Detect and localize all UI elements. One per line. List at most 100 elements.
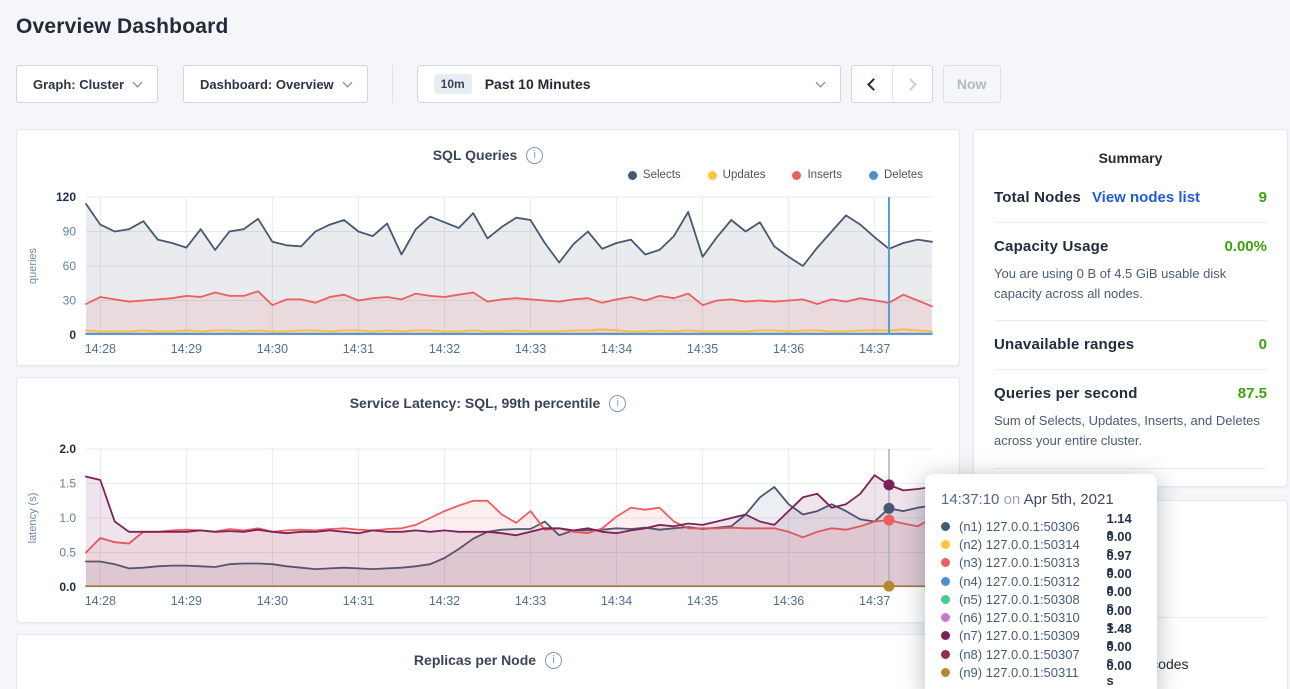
legend-dot-icon <box>869 171 878 180</box>
legend-item[interactable]: Updates <box>708 167 766 183</box>
page-title: Overview Dashboard <box>16 15 1290 39</box>
legend-label: Deletes <box>884 169 923 181</box>
summary-panel: Summary Total Nodes View nodes list 9 Ca… <box>973 129 1288 487</box>
svg-text:14:35: 14:35 <box>687 342 718 356</box>
svg-text:60: 60 <box>63 259 77 273</box>
chart-legend: Selects Updates Inserts Deletes <box>17 167 959 183</box>
summary-heading: Summary <box>994 130 1267 166</box>
time-range-dropdown[interactable]: 10m Past 10 Minutes <box>417 65 841 103</box>
info-icon[interactable]: i <box>526 147 543 164</box>
sql-queries-chart[interactable]: 030609012014:2814:2914:3014:3114:3214:33… <box>20 185 957 359</box>
node-dot-icon <box>941 558 950 567</box>
svg-text:14:32: 14:32 <box>429 342 460 356</box>
unavailable-ranges-label: Unavailable ranges <box>994 336 1134 353</box>
dashboard-dropdown[interactable]: Dashboard: Overview <box>183 65 368 103</box>
svg-text:0: 0 <box>69 328 76 342</box>
svg-text:2.0: 2.0 <box>59 442 76 456</box>
svg-text:14:34: 14:34 <box>601 594 632 608</box>
chart-header: SQL Queries i <box>17 130 959 165</box>
node-address: (n8) 127.0.0.1:50307 <box>959 647 1097 662</box>
now-button[interactable]: Now <box>943 65 1001 103</box>
svg-text:30: 30 <box>63 294 77 308</box>
tooltip-node-list: (n1) 127.0.0.1:503061.14 s(n2) 127.0.0.1… <box>941 517 1141 682</box>
svg-text:14:35: 14:35 <box>687 594 718 608</box>
time-pager <box>851 65 933 103</box>
chart-title: Service Latency: SQL, 99th percentile <box>350 395 601 411</box>
node-address: (n7) 127.0.0.1:50309 <box>959 628 1097 643</box>
legend-item[interactable]: Inserts <box>792 167 842 183</box>
node-dot-icon <box>941 522 950 531</box>
sql-queries-panel: SQL Queries i Selects Updates Inserts Delet… <box>16 129 960 366</box>
graph-scope-dropdown[interactable]: Graph: Cluster <box>16 65 158 103</box>
legend-item[interactable]: Selects <box>628 167 681 183</box>
time-next-button[interactable] <box>892 66 932 102</box>
replicas-per-node-panel: Replicas per Node i <box>16 634 960 689</box>
chart-header: Replicas per Node i <box>17 635 959 670</box>
toolbar: Graph: Cluster Dashboard: Overview 10m P… <box>16 65 1274 103</box>
svg-text:14:28: 14:28 <box>85 342 116 356</box>
svg-text:0.0: 0.0 <box>59 580 76 594</box>
svg-text:14:29: 14:29 <box>171 342 202 356</box>
node-address: (n3) 127.0.0.1:50313 <box>959 555 1097 570</box>
tooltip-node-row: (n9) 127.0.0.1:503110.00 s <box>941 663 1141 681</box>
svg-text:14:37: 14:37 <box>859 594 890 608</box>
time-range-badge: 10m <box>434 74 472 94</box>
chevron-left-icon <box>867 78 880 91</box>
summary-row-capacity: Capacity Usage 0.00% You are using 0 B o… <box>994 223 1267 321</box>
node-dot-icon <box>941 650 950 659</box>
svg-text:14:36: 14:36 <box>773 594 804 608</box>
svg-text:14:29: 14:29 <box>171 594 202 608</box>
p99-latency-value: 1208.0 ms <box>1195 484 1267 487</box>
total-nodes-value: 9 <box>1259 189 1267 206</box>
node-value: 0.00 s <box>1106 658 1141 688</box>
chart-title: SQL Queries <box>433 147 518 163</box>
qps-value: 87.5 <box>1238 385 1267 402</box>
node-address: (n9) 127.0.0.1:50311 <box>959 665 1097 680</box>
chevron-down-icon <box>342 77 352 87</box>
svg-text:queries: queries <box>27 247 39 284</box>
capacity-usage-label: Capacity Usage <box>994 238 1109 255</box>
svg-text:120: 120 <box>56 190 76 204</box>
info-icon[interactable]: i <box>545 652 562 669</box>
node-address: (n2) 127.0.0.1:50314 <box>959 537 1097 552</box>
chart-title: Replicas per Node <box>414 652 536 668</box>
svg-text:14:37: 14:37 <box>859 342 890 356</box>
legend-label: Updates <box>723 169 766 181</box>
info-icon[interactable]: i <box>609 395 626 412</box>
svg-text:90: 90 <box>63 225 77 239</box>
node-address: (n4) 127.0.0.1:50312 <box>959 574 1097 589</box>
svg-text:14:36: 14:36 <box>773 342 804 356</box>
graph-scope-label: Graph: Cluster <box>33 77 124 92</box>
service-latency-chart[interactable]: 0.00.51.01.52.014:2814:2914:3014:3114:32… <box>20 437 957 611</box>
unavailable-ranges-value: 0 <box>1259 336 1267 353</box>
overview-dashboard-page: Overview Dashboard Graph: Cluster Dashbo… <box>0 0 1290 689</box>
node-dot-icon <box>941 631 950 640</box>
chart-header: Service Latency: SQL, 99th percentile i <box>17 378 959 413</box>
svg-text:14:32: 14:32 <box>429 594 460 608</box>
dashboard-label: Dashboard: Overview <box>200 77 334 92</box>
tooltip-time: 14:37:10 <box>941 491 999 508</box>
tooltip-date: Apr 5th, 2021 <box>1024 491 1114 508</box>
view-nodes-list-link[interactable]: View nodes list <box>1092 189 1200 206</box>
node-address: (n1) 127.0.0.1:50306 <box>959 519 1097 534</box>
svg-text:latency (s): latency (s) <box>27 493 39 544</box>
svg-text:14:33: 14:33 <box>515 594 546 608</box>
svg-text:14:30: 14:30 <box>257 594 288 608</box>
tooltip-on: on <box>1004 491 1021 508</box>
svg-text:14:30: 14:30 <box>257 342 288 356</box>
svg-text:1.5: 1.5 <box>59 477 76 491</box>
node-dot-icon <box>941 540 950 549</box>
legend-item[interactable]: Deletes <box>869 167 923 183</box>
svg-text:1.0: 1.0 <box>59 511 76 525</box>
summary-row-total-nodes: Total Nodes View nodes list 9 <box>994 174 1267 223</box>
tooltip-timestamp: 14:37:10 on Apr 5th, 2021 <box>941 491 1141 508</box>
chevron-down-icon <box>133 77 143 87</box>
svg-text:0.5: 0.5 <box>59 546 76 560</box>
qps-description: Sum of Selects, Updates, Inserts, and De… <box>994 411 1267 451</box>
summary-row-unavailable-ranges: Unavailable ranges 0 <box>994 321 1267 370</box>
time-prev-button[interactable] <box>852 66 892 102</box>
toolbar-divider <box>392 65 393 103</box>
svg-text:14:34: 14:34 <box>601 342 632 356</box>
node-dot-icon <box>941 577 950 586</box>
summary-row-qps: Queries per second 87.5 Sum of Selects, … <box>994 370 1267 468</box>
